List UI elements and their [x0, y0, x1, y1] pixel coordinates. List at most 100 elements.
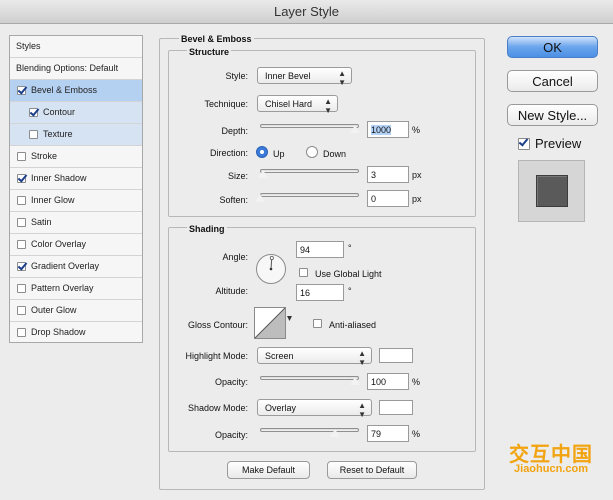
preview-checkbox[interactable]	[518, 138, 530, 150]
sidebar-item-label: Inner Glow	[31, 195, 75, 205]
angle-dial-icon[interactable]	[255, 253, 287, 285]
style-select[interactable]: Inner Bevel ▲ ▼	[257, 67, 352, 87]
sidebar-item-styles[interactable]: Styles	[10, 36, 142, 58]
size-input[interactable]: 3	[367, 166, 409, 183]
anti-aliased-checkbox[interactable]	[313, 319, 322, 328]
highlight-mode-label: Highlight Mode:	[185, 351, 248, 361]
depth-unit: %	[412, 125, 421, 135]
soften-slider[interactable]	[260, 193, 359, 197]
up-down-arrows-icon: ▲ ▼	[324, 97, 332, 115]
shadow-opacity-slider-thumb[interactable]	[329, 428, 341, 438]
shadow-color-swatch[interactable]	[379, 400, 413, 415]
direction-up-radio[interactable]	[256, 146, 268, 158]
contour-checkbox[interactable]	[29, 108, 38, 117]
direction-down-label: Down	[323, 149, 347, 159]
drop-shadow-checkbox[interactable]	[17, 328, 26, 337]
sidebar-item-satin[interactable]: Satin	[10, 212, 142, 234]
inner-shadow-checkbox[interactable]	[17, 174, 26, 183]
use-global-light-checkbox[interactable]	[299, 268, 308, 277]
highlight-opacity-slider[interactable]	[260, 376, 359, 380]
sidebar-item-label: Color Overlay	[31, 239, 87, 249]
sidebar-item-drop-shadow[interactable]: Drop Shadow	[10, 322, 142, 344]
sidebar-item-stroke[interactable]: Stroke	[10, 146, 142, 168]
depth-value: 1000	[371, 125, 392, 135]
angle-input[interactable]: 94	[296, 241, 344, 258]
outer-glow-checkbox[interactable]	[17, 306, 26, 315]
soften-input[interactable]: 0	[367, 190, 409, 207]
style-label: Style:	[225, 71, 248, 81]
shading-title: Shading	[187, 224, 227, 234]
angle-unit: °	[348, 243, 352, 253]
sidebar-item-label: Stroke	[31, 151, 58, 161]
sidebar-item-pattern-overlay[interactable]: Pattern Overlay	[10, 278, 142, 300]
bevel-emboss-checkbox[interactable]	[17, 86, 26, 95]
shadow-mode-select[interactable]: Overlay ▲ ▼	[257, 399, 372, 419]
gradient-overlay-checkbox[interactable]	[17, 262, 26, 271]
texture-checkbox[interactable]	[29, 130, 38, 139]
highlight-color-swatch[interactable]	[379, 348, 413, 363]
size-unit: px	[412, 170, 422, 180]
sidebar-item-bevel-emboss[interactable]: Bevel & Emboss	[10, 80, 142, 102]
shadow-opacity-unit: %	[412, 429, 421, 439]
size-slider[interactable]	[260, 169, 359, 173]
soften-unit: px	[412, 194, 422, 204]
size-label: Size:	[227, 171, 248, 181]
shadow-opacity-label: Opacity:	[214, 430, 248, 440]
shadow-opacity-input[interactable]: 79	[367, 425, 409, 442]
gloss-contour-label: Gloss Contour:	[187, 320, 248, 330]
ok-button[interactable]: OK	[507, 36, 598, 58]
highlight-opacity-slider-thumb[interactable]	[349, 376, 361, 386]
shadow-mode-value: Overlay	[265, 403, 297, 413]
technique-value: Chisel Hard	[265, 99, 313, 109]
sidebar-item-label: Pattern Overlay	[31, 283, 94, 293]
sidebar-item-color-overlay[interactable]: Color Overlay	[10, 234, 142, 256]
structure-title: Structure	[187, 47, 232, 57]
depth-slider[interactable]	[260, 124, 359, 128]
window-title: Layer Style	[273, 4, 340, 19]
inner-glow-checkbox[interactable]	[17, 196, 26, 205]
sidebar-item-gradient-overlay[interactable]: Gradient Overlay	[10, 256, 142, 278]
sidebar-item-label: Bevel & Emboss	[31, 85, 98, 95]
cancel-button[interactable]: Cancel	[507, 70, 598, 92]
highlight-mode-select[interactable]: Screen ▲ ▼	[257, 347, 372, 367]
direction-down-radio[interactable]	[306, 146, 318, 158]
anti-aliased-label: Anti-aliased	[329, 320, 377, 330]
highlight-mode-value: Screen	[265, 351, 294, 361]
highlight-opacity-input[interactable]: 100	[367, 373, 409, 390]
sidebar-item-inner-glow[interactable]: Inner Glow	[10, 190, 142, 212]
up-down-arrows-icon: ▲ ▼	[358, 349, 366, 367]
altitude-input[interactable]: 16	[296, 284, 344, 301]
stroke-checkbox[interactable]	[17, 152, 26, 161]
contour-curve-icon[interactable]	[254, 307, 294, 341]
size-slider-thumb[interactable]	[257, 169, 269, 179]
make-default-button[interactable]: Make Default	[227, 461, 310, 479]
sidebar-item-outer-glow[interactable]: Outer Glow	[10, 300, 142, 322]
depth-input[interactable]: 1000	[367, 121, 409, 138]
sidebar-item-texture[interactable]: Texture	[10, 124, 142, 146]
sidebar-item-blending-options[interactable]: Blending Options: Default	[10, 58, 142, 80]
preview-swatch	[536, 175, 568, 207]
new-style-button[interactable]: New Style...	[507, 104, 598, 126]
sidebar-item-label: Styles	[16, 41, 41, 51]
direction-label: Direction:	[209, 148, 248, 158]
sidebar-item-contour[interactable]: Contour	[10, 102, 142, 124]
sidebar-item-label: Outer Glow	[31, 305, 77, 315]
soften-slider-thumb[interactable]	[254, 193, 266, 203]
technique-select[interactable]: Chisel Hard ▲ ▼	[257, 95, 338, 115]
depth-slider-thumb[interactable]	[349, 124, 361, 134]
altitude-unit: °	[348, 286, 352, 296]
shadow-opacity-slider[interactable]	[260, 428, 359, 432]
style-value: Inner Bevel	[265, 71, 311, 81]
color-overlay-checkbox[interactable]	[17, 240, 26, 249]
highlight-opacity-label: Opacity:	[214, 377, 248, 387]
sidebar-item-label: Drop Shadow	[31, 327, 86, 337]
sidebar-item-label: Inner Shadow	[31, 173, 87, 183]
angle-label: Angle:	[222, 252, 248, 262]
reset-to-default-button[interactable]: Reset to Default	[327, 461, 417, 479]
satin-checkbox[interactable]	[17, 218, 26, 227]
soften-label: Soften:	[219, 195, 248, 205]
pattern-overlay-checkbox[interactable]	[17, 284, 26, 293]
site-watermark: 交互中国 Jiaohucn.com	[496, 438, 606, 478]
sidebar-item-label: Satin	[31, 217, 52, 227]
sidebar-item-inner-shadow[interactable]: Inner Shadow	[10, 168, 142, 190]
